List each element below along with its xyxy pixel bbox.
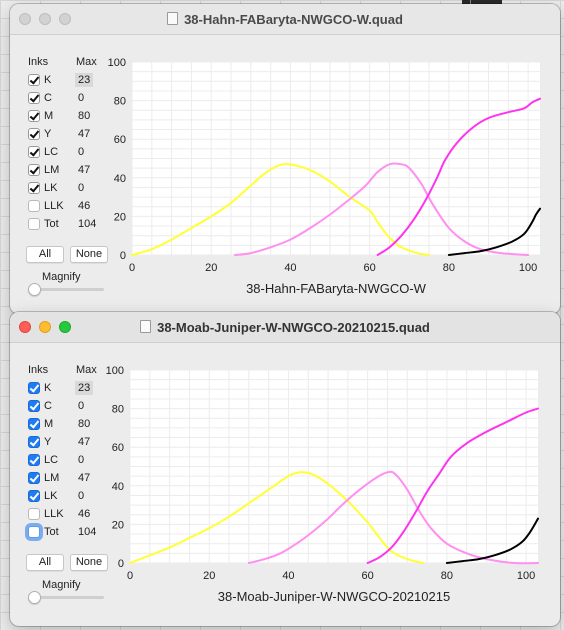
x-tick-label: 0 xyxy=(127,570,133,582)
chart-x-label: 38-Hahn-FABaryta-NWGCO-W xyxy=(246,281,427,296)
quad-window: 38-Moab-Juniper-W-NWGCO-20210215.quad In… xyxy=(10,312,560,626)
x-tick-label: 100 xyxy=(517,570,535,582)
curve-chart: 0 20 40 60 80 100 0 20 40 60 80 100 38-Moab-Juniper-… xyxy=(106,365,539,604)
y-tick-label: 60 xyxy=(114,134,126,146)
x-tick-label: 0 xyxy=(129,262,135,274)
y-tick-label: 20 xyxy=(114,211,126,223)
y-tick-label: 40 xyxy=(112,481,124,493)
y-tick-label: 80 xyxy=(114,96,126,108)
x-tick-label: 60 xyxy=(362,570,374,582)
x-tick-label: 80 xyxy=(443,262,455,274)
x-tick-label: 40 xyxy=(284,262,296,274)
x-tick-label: 60 xyxy=(364,262,376,274)
y-tick-label: 0 xyxy=(118,558,124,570)
y-tick-label: 40 xyxy=(114,173,126,185)
curve-chart: 0 20 40 60 80 100 0 20 40 60 80 100 38-Hahn-FABaryta… xyxy=(108,57,541,296)
x-tick-label: 40 xyxy=(282,570,294,582)
x-tick-label: 100 xyxy=(519,262,537,274)
chart-x-label: 38-Moab-Juniper-W-NWGCO-20210215 xyxy=(218,589,450,604)
quad-window: 38-Hahn-FABaryta-NWGCO-W.quad Inks Max K… xyxy=(10,4,560,314)
x-tick-label: 80 xyxy=(441,570,453,582)
y-tick-label: 20 xyxy=(112,519,124,531)
y-tick-label: 60 xyxy=(112,442,124,454)
y-tick-label: 100 xyxy=(108,57,126,69)
y-tick-label: 80 xyxy=(112,404,124,416)
y-tick-label: 0 xyxy=(120,250,126,262)
y-tick-label: 100 xyxy=(106,365,124,377)
x-tick-label: 20 xyxy=(203,570,215,582)
x-tick-label: 20 xyxy=(205,262,217,274)
